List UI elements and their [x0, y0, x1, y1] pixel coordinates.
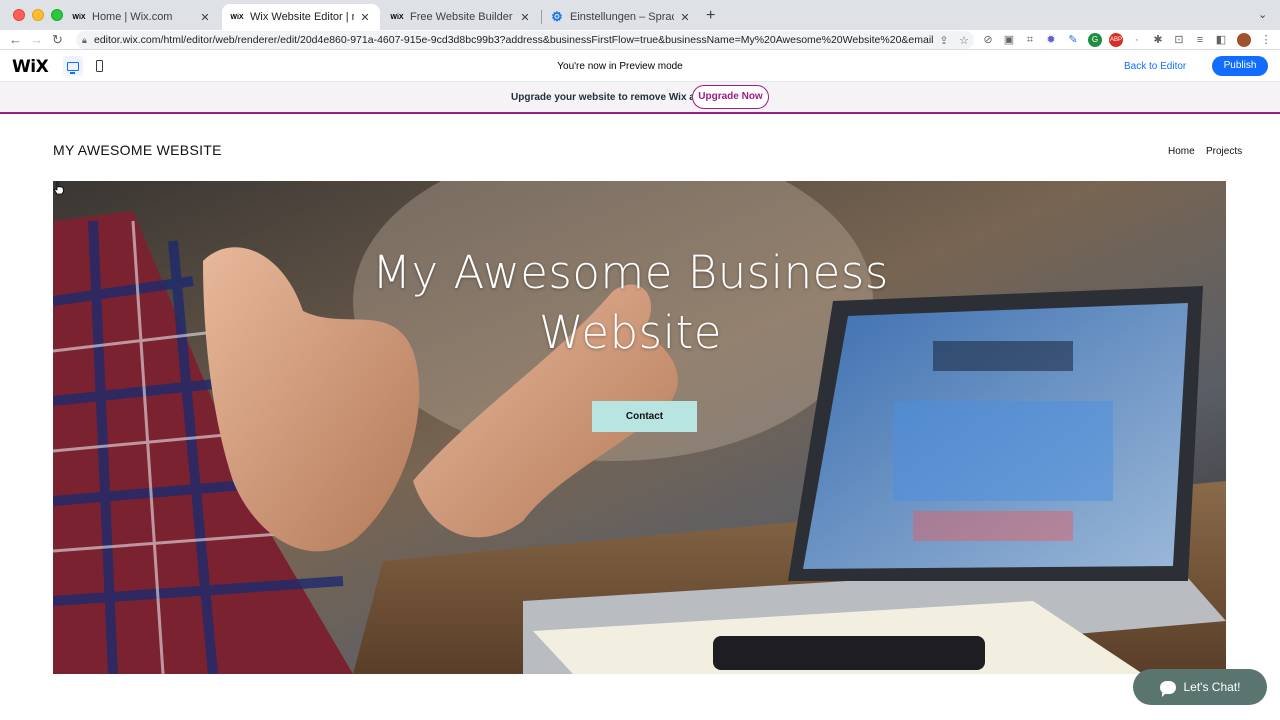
hero-heading: My Awesome Business Website — [53, 243, 1208, 363]
extensions-puzzle-icon[interactable]: ✱ — [1151, 33, 1165, 47]
nav-item-projects[interactable]: Projects — [1206, 146, 1242, 157]
extension-pen-icon[interactable]: ✎ — [1066, 33, 1080, 47]
reload-icon[interactable]: ↻ — [52, 32, 63, 48]
share-icon[interactable]: ⇪ — [934, 34, 954, 47]
tab-title: Wix Website Editor | my-awes — [250, 11, 354, 23]
upgrade-now-button[interactable]: Upgrade Now — [692, 85, 769, 109]
contact-button[interactable]: Contact — [592, 401, 697, 432]
browser-tab-home-wix[interactable]: WiX Home | Wix.com ✕ — [64, 4, 220, 30]
browser-tab-bar: WiX Home | Wix.com ✕ WiX Wix Website Edi… — [0, 0, 1280, 30]
publish-button[interactable]: Publish — [1212, 56, 1268, 76]
upgrade-banner: Upgrade your website to remove Wix ads U… — [0, 82, 1280, 114]
close-tab-icon[interactable]: ✕ — [198, 11, 212, 24]
tab-title: Free Website Builder | Create a — [410, 11, 514, 23]
tab-title: Einstellungen – Sprachen — [570, 11, 674, 23]
extension-dots-icon[interactable]: · — [1130, 33, 1144, 47]
close-tab-icon[interactable]: ✕ — [678, 11, 692, 24]
tab-title: Home | Wix.com — [92, 11, 173, 23]
tab-search-chevron-icon[interactable]: ⌄ — [1258, 8, 1267, 21]
hero-heading-line-2: Website — [539, 306, 722, 359]
preview-mode-message: You're now in Preview mode — [557, 61, 683, 72]
extension-crop-icon[interactable]: ⌗ — [1023, 33, 1037, 47]
bookmark-star-icon[interactable]: ☆ — [954, 34, 974, 47]
browser-tab-website-builder[interactable]: WiX Free Website Builder | Create a ✕ — [382, 4, 540, 30]
back-arrow-icon[interactable]: ← — [9, 32, 22, 47]
hand-cursor-icon — [54, 181, 64, 195]
back-to-editor-link[interactable]: Back to Editor — [1124, 61, 1186, 72]
close-tab-icon[interactable]: ✕ — [358, 11, 372, 24]
nav-item-home[interactable]: Home — [1168, 146, 1195, 157]
site-title[interactable]: MY AWESOME WEBSITE — [53, 142, 222, 158]
extension-abp-icon[interactable]: ABP — [1109, 33, 1123, 47]
minimize-window-button[interactable] — [32, 9, 44, 21]
side-panel-icon[interactable]: ◧ — [1214, 33, 1228, 47]
lets-chat-button[interactable]: Let's Chat! — [1133, 669, 1267, 705]
upgrade-banner-text: Upgrade your website to remove Wix ads — [511, 92, 707, 103]
extension-gear-icon[interactable]: ✹ — [1044, 33, 1058, 47]
chat-label: Let's Chat! — [1183, 680, 1241, 694]
gear-icon: ⚙ — [551, 9, 563, 24]
reading-list-icon[interactable]: ≡ — [1193, 33, 1207, 47]
extension-screenshot-icon[interactable]: ▣ — [1002, 33, 1016, 47]
url-text: editor.wix.com/html/editor/web/renderer/… — [94, 34, 934, 46]
address-bar[interactable]: 🔒︎ editor.wix.com/html/editor/web/render… — [76, 31, 974, 49]
wix-favicon-icon: WiX — [390, 13, 404, 21]
maximize-window-button[interactable] — [51, 9, 63, 21]
hero-section: My Awesome Business Website Contact — [53, 181, 1226, 674]
wix-preview-bar: WiX You're now in Preview mode Back to E… — [0, 50, 1280, 82]
browser-toolbar: ← → ↻ 🔒︎ editor.wix.com/html/editor/web/… — [0, 30, 1280, 50]
close-tab-icon[interactable]: ✕ — [518, 11, 532, 24]
extension-grammarly-icon[interactable]: G — [1088, 33, 1102, 47]
forward-arrow-icon[interactable]: → — [30, 32, 43, 47]
cast-icon[interactable]: ⊡ — [1172, 33, 1186, 47]
close-window-button[interactable] — [13, 9, 25, 21]
hero-heading-line-1: My Awesome Business — [372, 246, 889, 299]
chat-bubble-icon — [1159, 680, 1176, 697]
browser-menu-icon[interactable]: ⋮ — [1259, 33, 1273, 47]
new-tab-icon[interactable]: + — [706, 7, 715, 25]
profile-avatar[interactable] — [1237, 33, 1251, 47]
wix-favicon-icon: WiX — [72, 13, 86, 21]
browser-tab-wix-editor[interactable]: WiX Wix Website Editor | my-awes ✕ — [222, 4, 380, 30]
browser-tab-settings-languages[interactable]: ⚙ Einstellungen – Sprachen ✕ — [542, 4, 700, 30]
wix-favicon-icon: WiX — [230, 13, 244, 21]
lock-icon: 🔒︎ — [82, 34, 87, 45]
extension-compass-icon[interactable]: ⊘ — [981, 33, 995, 47]
